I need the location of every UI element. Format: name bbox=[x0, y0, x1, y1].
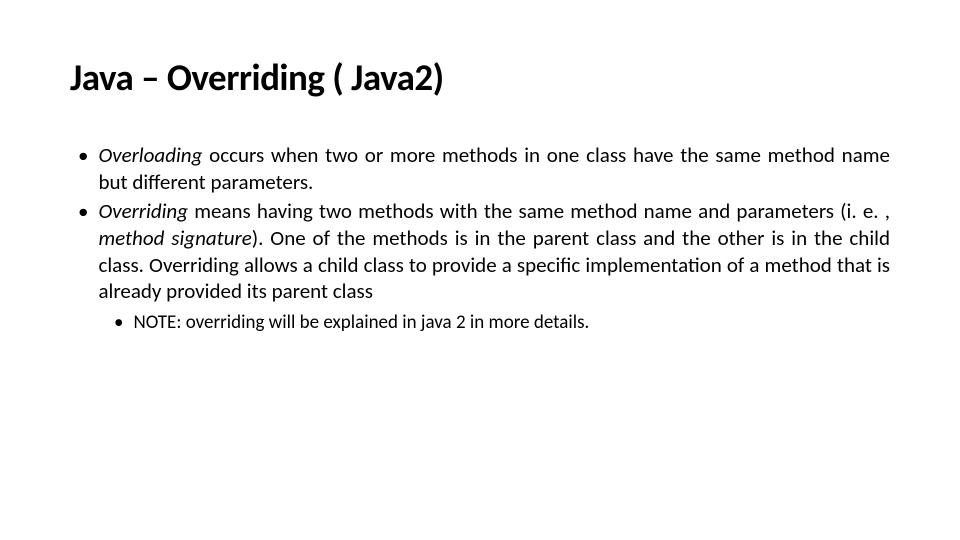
bullet-text-1: Overloading occurs when two or more meth… bbox=[98, 142, 890, 196]
sub-bullet-text: NOTE: overriding will be explained in ja… bbox=[133, 311, 890, 335]
bullet-item-2: • Overriding means having two methods wi… bbox=[70, 198, 890, 306]
bullet-marker: • bbox=[70, 142, 98, 196]
emphasis-method-signature: method signature bbox=[98, 225, 251, 251]
bullet-rest-1: occurs when two or more methods in one c… bbox=[98, 142, 890, 195]
sub-bullet-marker: • bbox=[106, 311, 133, 335]
bullet-text-2: Overriding means having two methods with… bbox=[98, 198, 890, 306]
sub-bullet-item: • NOTE: overriding will be explained in … bbox=[106, 311, 890, 335]
bullet-rest-2a: means having two methods with the same m… bbox=[188, 198, 890, 224]
slide-content: • Overloading occurs when two or more me… bbox=[70, 142, 890, 336]
emphasis-overloading: Overloading bbox=[98, 142, 202, 168]
bullet-item-1: • Overloading occurs when two or more me… bbox=[70, 142, 890, 196]
bullet-marker: • bbox=[70, 198, 98, 306]
emphasis-overriding: Overriding bbox=[98, 198, 188, 224]
slide-title: Java – Overriding ( Java2) bbox=[70, 55, 890, 100]
